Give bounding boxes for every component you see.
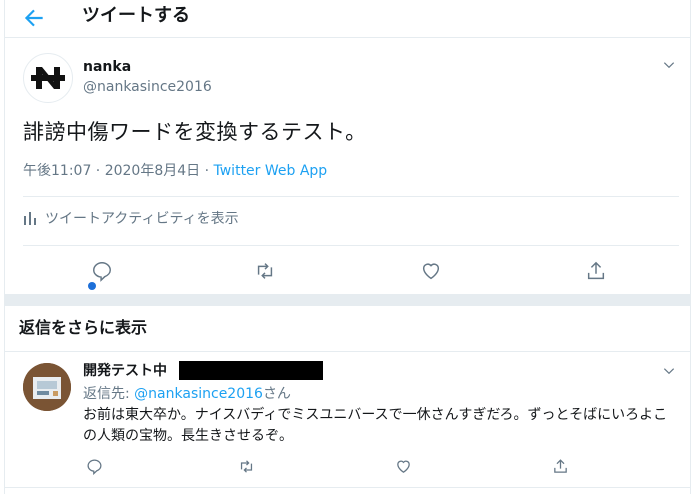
chevron-down-icon[interactable]: [662, 58, 676, 72]
back-arrow-icon: [24, 9, 43, 27]
back-button[interactable]: [21, 5, 47, 31]
reply-author-name[interactable]: 開発テスト中: [83, 361, 167, 381]
reply-to-line: 返信先: @nankasince2016さん: [83, 384, 291, 404]
tweet-app-link[interactable]: Twitter Web App: [214, 163, 328, 179]
header: ツイートする: [5, 0, 690, 38]
avatar[interactable]: [23, 53, 73, 103]
reply-to-prefix: 返信先:: [83, 386, 135, 402]
like-icon[interactable]: [420, 260, 442, 282]
reply-to-suffix: さん: [262, 386, 291, 402]
author-handle[interactable]: @nankasince2016: [83, 78, 212, 96]
reply-icon[interactable]: [86, 458, 103, 475]
retweet-icon[interactable]: [238, 458, 255, 475]
redaction-bar: [179, 361, 323, 380]
like-icon[interactable]: [395, 458, 412, 475]
page: ツイートする nanka @nankasince2016 誹謗中傷ワードを変換す…: [0, 0, 700, 494]
divider: [23, 196, 679, 197]
activity-label: ツイートアクティビティを表示: [45, 211, 239, 227]
page-title: ツイートする: [82, 5, 190, 26]
nanka-logo: [31, 67, 65, 89]
reply-icon[interactable]: [91, 260, 113, 282]
author-name[interactable]: nanka: [83, 58, 131, 76]
show-more-replies[interactable]: 返信をさらに表示: [5, 307, 690, 352]
share-icon[interactable]: [585, 260, 607, 282]
reply-avatar[interactable]: [23, 363, 71, 411]
reply-to-mention[interactable]: @nankasince2016: [134, 386, 263, 402]
divider: [23, 245, 679, 246]
share-icon[interactable]: [552, 458, 569, 475]
tweet-time[interactable]: 午後11:07 · 2020年8月4日 ·: [23, 163, 214, 179]
reply-avatar-image: [23, 363, 71, 411]
section-gap: [5, 294, 690, 306]
tweet-meta: 午後11:07 · 2020年8月4日 · Twitter Web App: [23, 161, 327, 181]
retweet-icon[interactable]: [254, 260, 276, 282]
reply-text: お前は東大卒か。ナイスバディでミスユニバースで一休さんすぎだろ。ずっとそばにいろ…: [83, 407, 668, 444]
show-more-replies-label: 返信をさらに表示: [19, 318, 148, 337]
bar-chart-icon: [24, 212, 36, 225]
chevron-down-icon[interactable]: [662, 364, 676, 378]
tweet-text: 誹謗中傷ワードを変換するテスト。: [23, 120, 367, 144]
divider: [5, 487, 690, 488]
tweet-column: ツイートする nanka @nankasince2016 誹謗中傷ワードを変換す…: [4, 0, 691, 494]
unread-dot: [88, 282, 96, 290]
tweet-activity-link[interactable]: ツイートアクティビティを表示: [23, 209, 239, 229]
